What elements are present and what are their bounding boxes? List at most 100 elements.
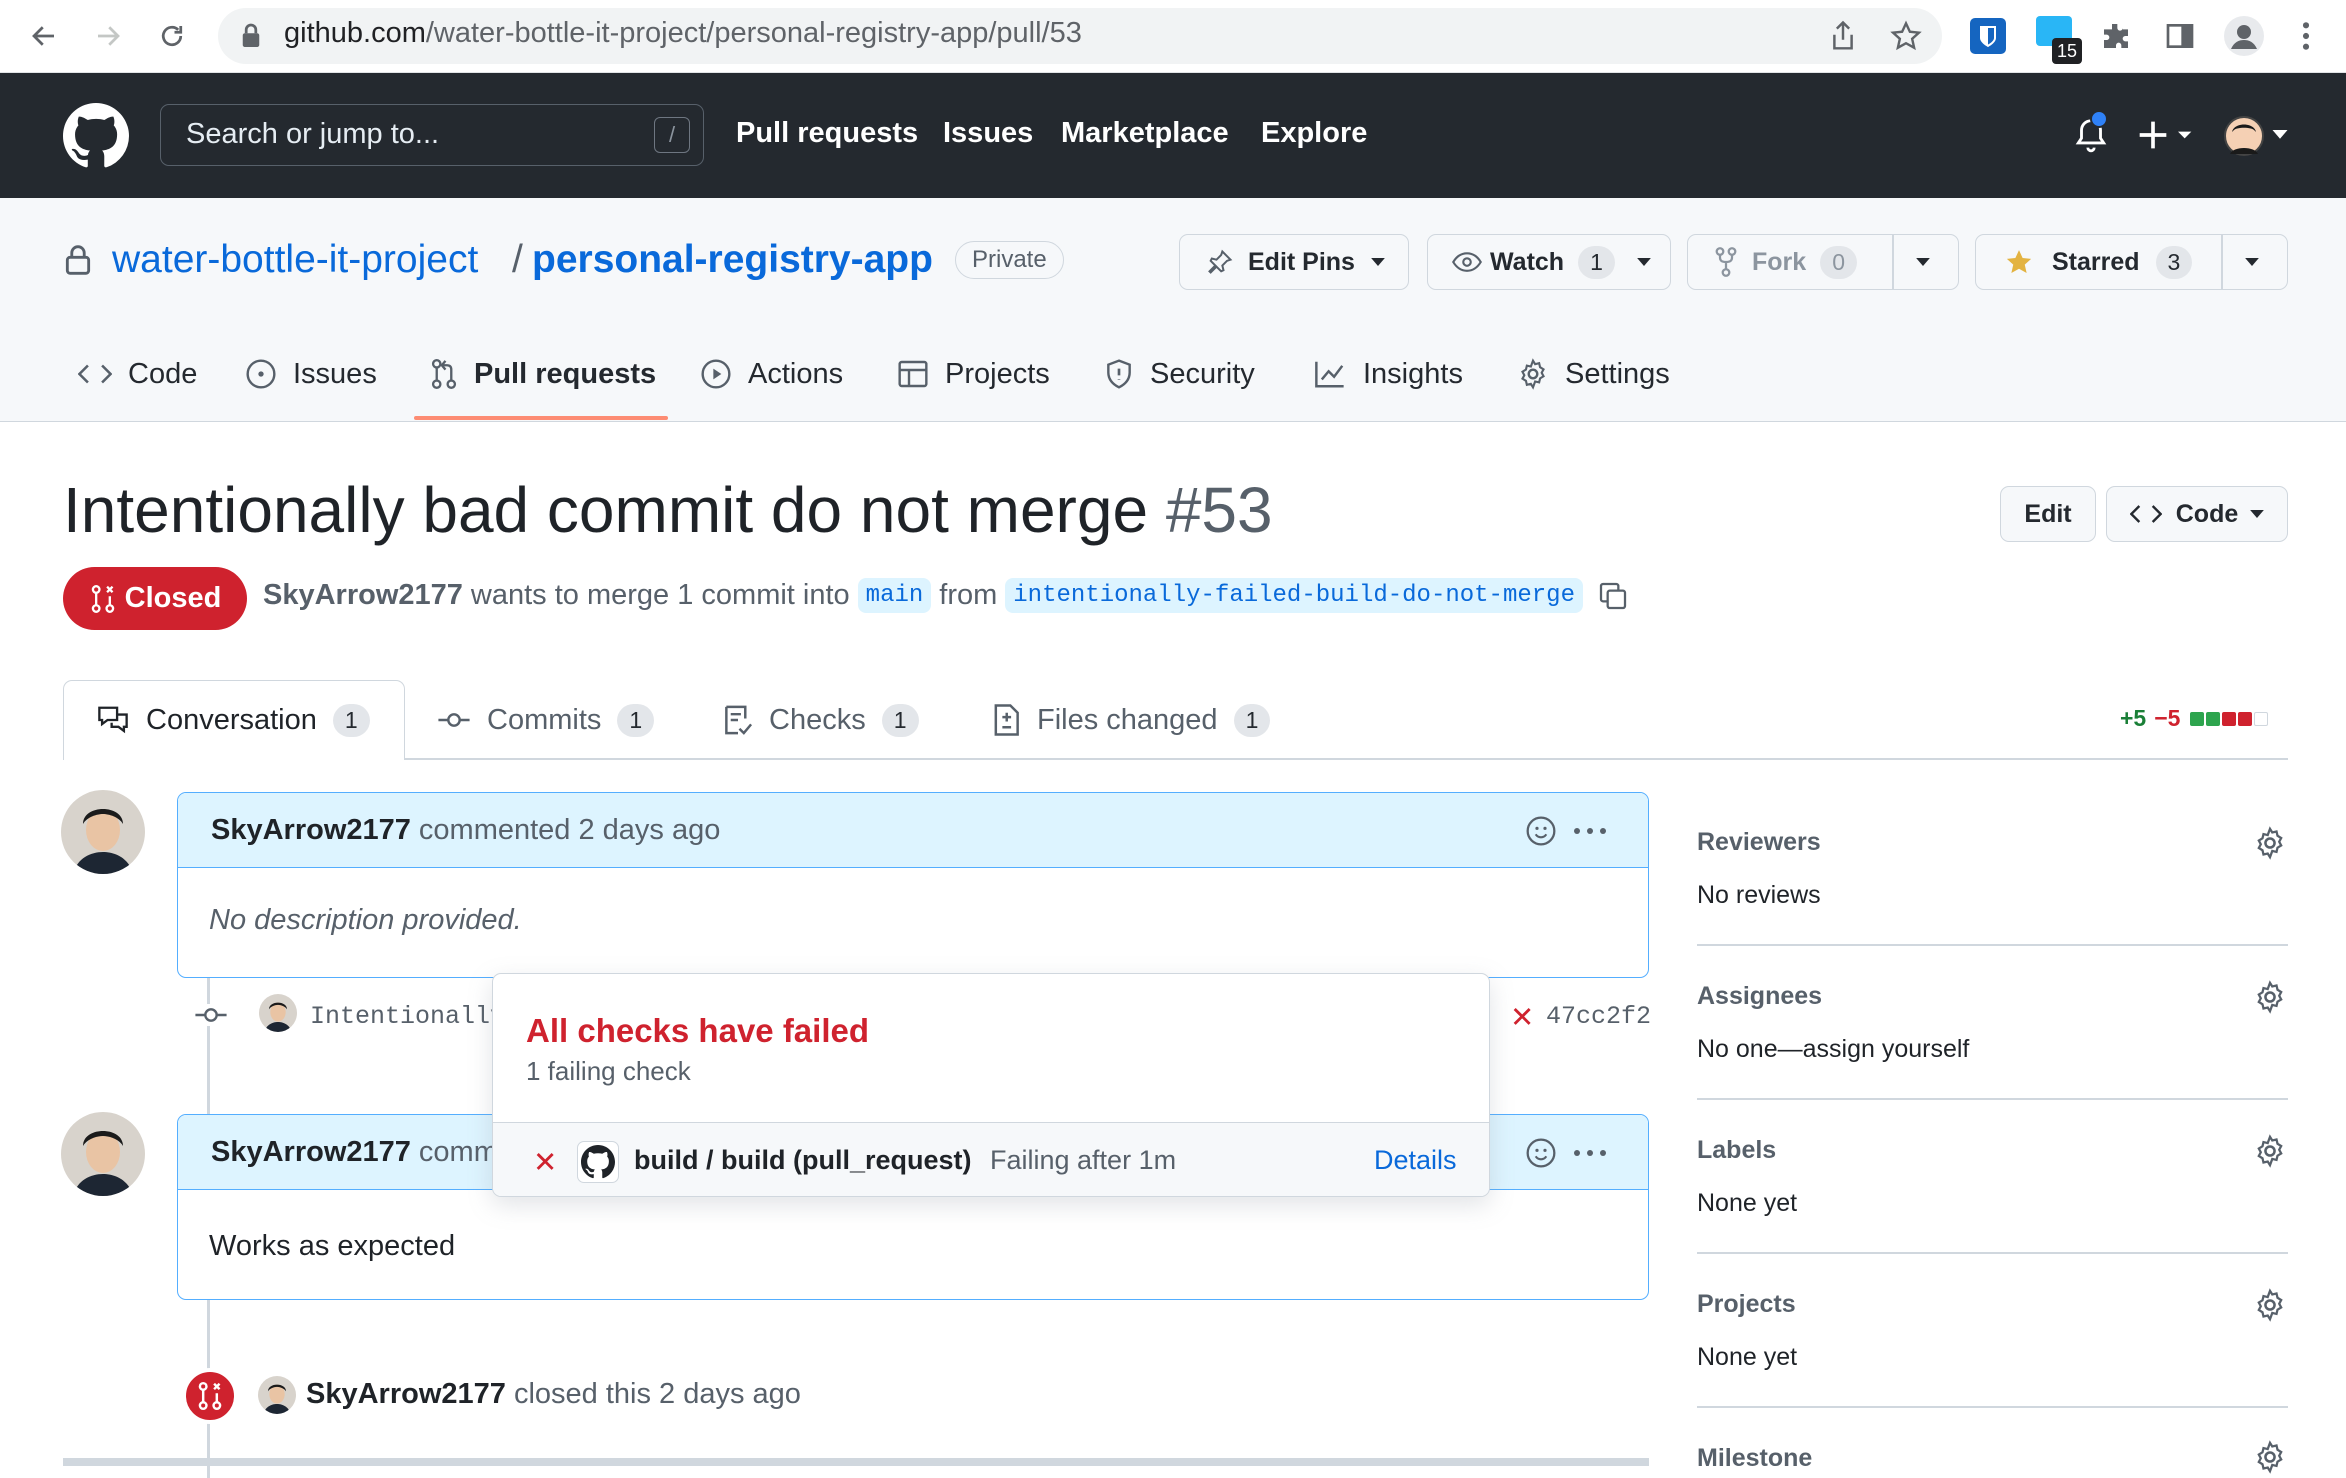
check-details-link[interactable]: Details	[1374, 1145, 1457, 1176]
check-status: Failing after 1m	[990, 1145, 1177, 1175]
copy-icon[interactable]	[1597, 580, 1629, 612]
commit-author-avatar[interactable]	[259, 994, 297, 1032]
tab-insights-label: Insights	[1363, 357, 1463, 390]
add-reaction-icon[interactable]	[1525, 815, 1557, 847]
tab-projects[interactable]: Projects	[897, 352, 1050, 396]
pr-author-link[interactable]: SkyArrow2177	[263, 579, 463, 612]
commit-message-link[interactable]: Intentionally	[310, 1002, 505, 1031]
comment-options-icon[interactable]	[1573, 826, 1607, 836]
github-logo-icon[interactable]	[63, 103, 129, 169]
nav-marketplace[interactable]: Marketplace	[1061, 117, 1229, 150]
diffstat-block-deleted	[2222, 711, 2237, 726]
user-menu-caret-icon[interactable]	[2272, 130, 2288, 140]
comment1-action[interactable]: commented 2 days ago	[419, 814, 720, 847]
sidebar-labels-value: None yet	[1697, 1189, 1798, 1217]
reload-icon[interactable]	[150, 14, 194, 58]
watch-button[interactable]: Watch 1	[1427, 234, 1671, 290]
pr-meta: SkyArrow2177 wants to merge 1 commit int…	[263, 578, 1629, 613]
projects-gear-icon[interactable]	[2253, 1288, 2287, 1322]
closed-event-author[interactable]: SkyArrow2177	[306, 1378, 506, 1410]
checklist-icon	[723, 704, 753, 736]
repo-owner-link[interactable]: water-bottle-it-project	[112, 238, 478, 282]
tab-settings[interactable]: Settings	[1517, 352, 1670, 396]
closed-event-text[interactable]: closed this 2 days ago	[514, 1378, 801, 1410]
tab-pull-requests[interactable]: Pull requests	[430, 352, 656, 396]
extensions-puzzle-icon[interactable]	[2100, 20, 2132, 52]
sidebar-reviewers-heading[interactable]: Reviewers	[1697, 828, 1821, 857]
assignees-gear-icon[interactable]	[2253, 980, 2287, 1014]
tab-issues[interactable]: Issues	[245, 352, 377, 396]
tab-actions[interactable]: Actions	[700, 352, 843, 396]
tab-files-changed[interactable]: Files changed 1	[991, 700, 1271, 740]
star-divider	[2221, 234, 2223, 290]
nav-pull-requests[interactable]: Pull requests	[736, 117, 918, 150]
user-avatar[interactable]	[2224, 116, 2264, 156]
caret-down-icon	[1371, 258, 1385, 266]
labels-gear-icon[interactable]	[2253, 1134, 2287, 1168]
comment1-author[interactable]: SkyArrow2177	[211, 814, 411, 847]
sidebar-projects-heading[interactable]: Projects	[1697, 1290, 1796, 1319]
code-dropdown-button[interactable]: Code	[2106, 486, 2288, 542]
pr-title: Intentionally bad commit do not merge #5…	[63, 473, 1273, 547]
sidebar-milestone-heading[interactable]: Milestone	[1697, 1444, 1812, 1473]
comment1-avatar[interactable]	[61, 790, 145, 874]
pr-number: #53	[1165, 474, 1273, 546]
tab-checks[interactable]: Checks 1	[723, 700, 919, 740]
tab-code[interactable]: Code	[78, 352, 197, 396]
check-row: ✕ build / build (pull_request) Failing a…	[493, 1122, 1489, 1196]
tab-commits[interactable]: Commits 1	[437, 700, 655, 740]
comment-options-icon[interactable]	[1573, 1148, 1607, 1158]
closed-event-avatar[interactable]	[258, 1376, 296, 1414]
comment2-action[interactable]: comm	[419, 1136, 498, 1169]
bookmark-star-icon[interactable]	[1890, 20, 1922, 52]
diffstat: +5 −5	[2120, 705, 2269, 732]
extension-badge: 15	[2052, 38, 2083, 64]
closed-event: SkyArrow2177 closed this 2 days ago	[306, 1378, 801, 1411]
tab-insights[interactable]: Insights	[1313, 352, 1463, 396]
nav-issues[interactable]: Issues	[943, 117, 1033, 150]
commit-sha-link[interactable]: 47cc2f2	[1546, 1002, 1651, 1031]
nav-explore[interactable]: Explore	[1261, 117, 1367, 150]
sidebar-assignees-value[interactable]: No one—assign yourself	[1697, 1035, 1969, 1064]
edit-pins-button[interactable]: Edit Pins	[1179, 234, 1409, 290]
add-reaction-icon[interactable]	[1525, 1137, 1557, 1169]
extension-bitwarden-icon[interactable]	[1970, 18, 2006, 54]
profile-icon[interactable]	[2224, 16, 2264, 56]
kebab-menu-icon[interactable]	[2300, 20, 2312, 52]
back-icon[interactable]	[22, 14, 66, 58]
lock-icon[interactable]	[240, 22, 262, 50]
commit-failed-x-icon[interactable]: ✕	[1510, 1000, 1534, 1035]
reviewers-gear-icon[interactable]	[2253, 826, 2287, 860]
private-lock-icon	[63, 244, 93, 276]
star-lists-caret-icon[interactable]	[2245, 258, 2259, 266]
active-tab-underline	[414, 416, 668, 420]
github-actions-app-icon	[577, 1141, 619, 1183]
sidebar-labels-heading[interactable]: Labels	[1697, 1136, 1776, 1165]
create-new-icon[interactable]	[2138, 118, 2198, 152]
comment2-avatar[interactable]	[61, 1112, 145, 1196]
tab-code-label: Code	[128, 357, 198, 390]
sidebar-divider	[1697, 1252, 2288, 1254]
starred-button[interactable]: Starred 3	[1975, 234, 2288, 290]
sidebar-projects-value: None yet	[1697, 1343, 1798, 1371]
diffstat-block-added	[2190, 711, 2205, 726]
fork-label: Fork	[1752, 247, 1807, 276]
tab-conversation[interactable]: Conversation 1	[96, 700, 370, 740]
visibility-badge: Private	[955, 241, 1064, 279]
milestone-gear-icon[interactable]	[2253, 1440, 2287, 1474]
fork-caret-icon[interactable]	[1916, 258, 1930, 266]
head-branch[interactable]: intentionally-failed-build-do-not-merge	[1005, 578, 1583, 613]
share-icon[interactable]	[1828, 20, 1858, 52]
side-panel-icon[interactable]	[2164, 20, 2196, 52]
url-text[interactable]: github.com/water-bottle-it-project/perso…	[284, 17, 1082, 50]
comment2-author[interactable]: SkyArrow2177	[211, 1136, 411, 1169]
base-branch[interactable]: main	[857, 578, 932, 613]
repo-name-link[interactable]: personal-registry-app	[532, 238, 933, 282]
tab-security[interactable]: Security	[1104, 352, 1255, 396]
sidebar-reviewers-value: No reviews	[1697, 881, 1821, 909]
forward-icon[interactable]	[86, 14, 130, 58]
star-count: 3	[2155, 245, 2193, 279]
timeline-bottom-divider	[63, 1458, 1649, 1466]
edit-title-button[interactable]: Edit	[2000, 486, 2096, 542]
sidebar-assignees-heading[interactable]: Assignees	[1697, 982, 1822, 1011]
